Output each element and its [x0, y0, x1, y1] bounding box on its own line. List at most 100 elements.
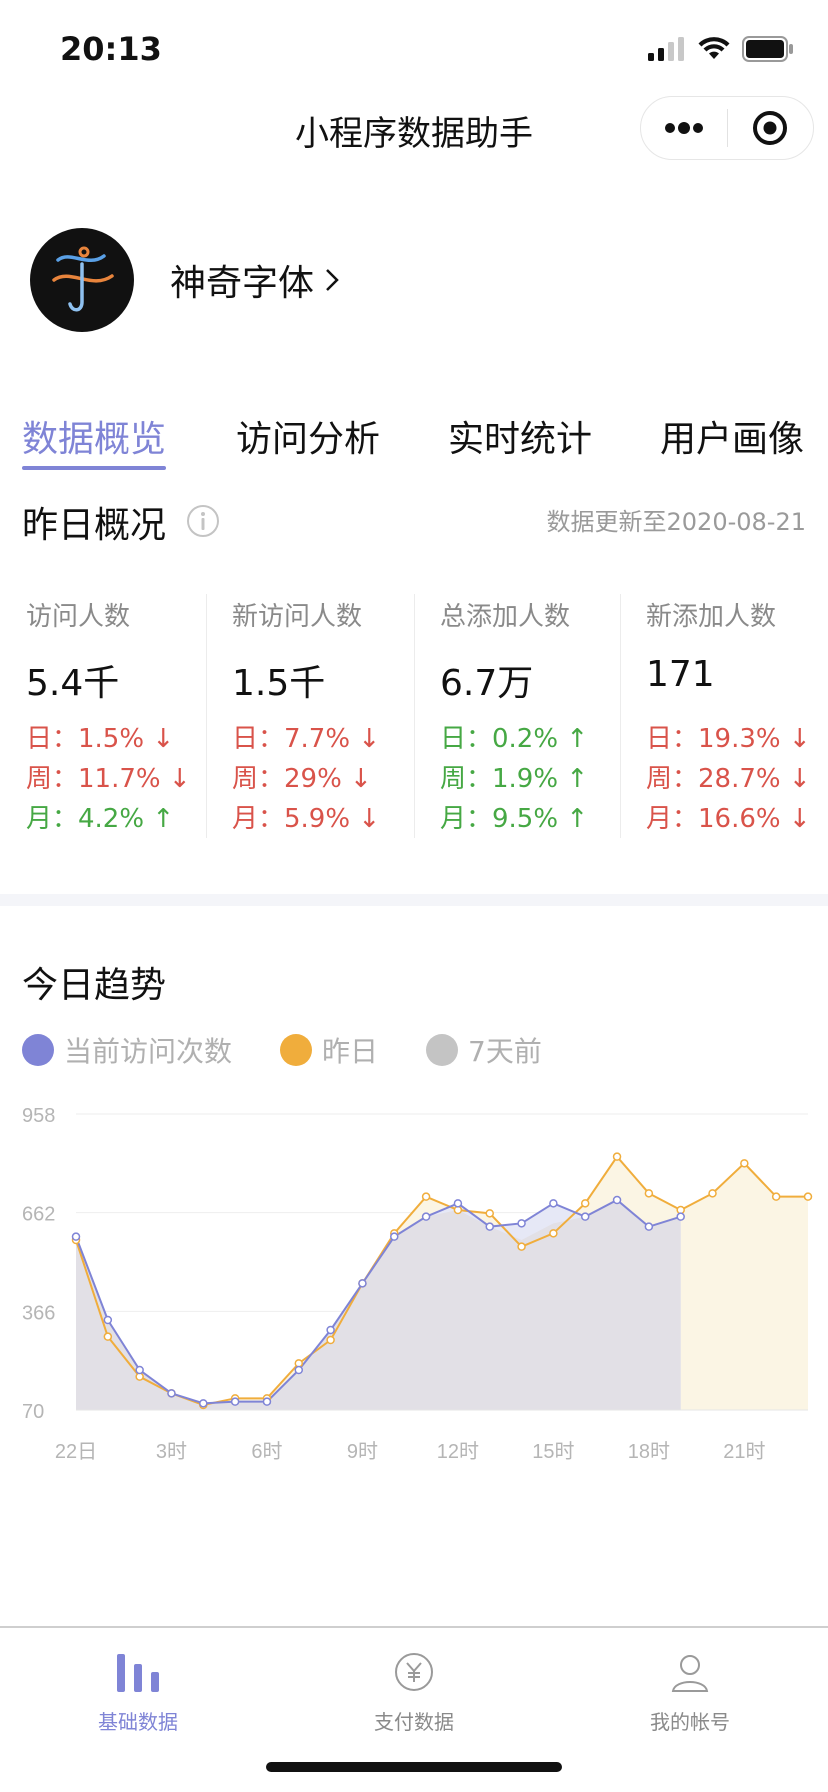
overview-header: 昨日概况 数据更新至2020-08-21 [0, 496, 828, 552]
data-point-yesterday [644, 1189, 654, 1198]
wifi-icon [698, 37, 730, 59]
target-close-icon [753, 111, 788, 145]
data-point-current [453, 1199, 463, 1208]
change-text: 周：11.7% [26, 764, 161, 794]
stat-change-week: 周：11.7% ↓ [26, 758, 191, 795]
bar-chart-icon [117, 1654, 159, 1692]
data-point-current [485, 1222, 494, 1231]
stat-change-day: 日：0.2% ↑ [440, 718, 588, 755]
change-text: 日：19.3% [646, 724, 781, 754]
data-point-yesterday [103, 1332, 113, 1341]
arrow-down-icon: ↓ [350, 804, 381, 834]
legend-label: 昨日 [322, 1035, 379, 1068]
legend-label: 当前访问次数 [64, 1035, 233, 1068]
chevron-right-icon [326, 269, 339, 291]
stat-divider [620, 594, 621, 838]
y-tick-label: 70 [22, 1401, 44, 1423]
stat-change-week: 周：29% ↓ [232, 758, 372, 795]
x-tick-label: 12时 [437, 1440, 479, 1463]
stat-change-week: 周：28.7% ↓ [646, 758, 811, 795]
stat-new-visitors: 新访问人数 1.5千 日：7.7% ↓ 周：29% ↓ 月：5.9% ↓ [232, 592, 438, 840]
tabbar-payment-data[interactable]: 支付数据 [314, 1642, 514, 1735]
tab-user-portrait[interactable]: 用户画像 [660, 410, 804, 462]
arrow-down-icon: ↓ [160, 764, 191, 794]
data-point-yesterday [771, 1192, 781, 1201]
stat-new-adds: 新添加人数 171 日：19.3% ↓ 周：28.7% ↓ 月：16.6% ↓ [646, 592, 828, 840]
tabbar-label: 支付数据 [374, 1710, 454, 1734]
info-icon[interactable] [186, 504, 220, 538]
tab-data-overview[interactable]: 数据概览 [22, 410, 166, 462]
app-name-link[interactable]: 神奇字体 [170, 254, 340, 306]
stat-value: 6.7万 [440, 663, 534, 704]
x-tick-label: 15时 [532, 1440, 574, 1463]
tabbar-my-account[interactable]: 我的帐号 [590, 1642, 790, 1735]
data-point-yesterday [421, 1192, 431, 1201]
arrow-up-icon: ↑ [558, 804, 589, 834]
y-tick-label: 662 [22, 1204, 55, 1226]
stat-value: 171 [646, 654, 715, 695]
stat-change-month: 月：4.2% ↑ [26, 798, 174, 835]
stat-label: 访问人数 [26, 602, 131, 632]
arrow-down-icon: ↓ [350, 724, 381, 754]
arrow-up-icon: ↑ [558, 724, 589, 754]
battery-icon [742, 36, 793, 62]
status-icons [648, 36, 794, 62]
data-point-current [230, 1397, 240, 1406]
arrow-down-icon: ↓ [341, 764, 372, 794]
data-point-current [517, 1219, 526, 1228]
stat-value: 1.5千 [232, 663, 326, 704]
tabbar-basic-data[interactable]: 基础数据 [38, 1642, 238, 1735]
navigation-bar: 小程序数据助手 [0, 96, 828, 184]
data-point-current [199, 1399, 208, 1408]
stat-label: 总添加人数 [440, 602, 571, 632]
more-dots-icon [664, 122, 703, 134]
change-text: 日：7.7% [232, 724, 351, 754]
tabbar-label: 基础数据 [98, 1710, 178, 1734]
data-point-current [358, 1279, 367, 1288]
data-point-yesterday [326, 1335, 335, 1345]
data-point-current [580, 1212, 590, 1221]
data-point-current [135, 1365, 144, 1375]
data-point-current [676, 1212, 685, 1221]
signal-icon [648, 37, 684, 61]
change-text: 日：0.2% [440, 724, 559, 754]
home-indicator [266, 1762, 562, 1772]
arrow-down-icon: ↓ [780, 804, 811, 834]
arrow-up-icon: ↑ [558, 764, 589, 794]
close-miniprogram-button[interactable] [728, 96, 814, 160]
app-header[interactable]: 神奇字体 [30, 228, 340, 332]
data-point-current [644, 1222, 654, 1231]
data-point-current [262, 1397, 272, 1406]
status-bar: 20:13 [0, 0, 828, 96]
arrow-down-icon: ↓ [780, 764, 811, 794]
data-point-yesterday [485, 1209, 494, 1218]
data-point-current [71, 1232, 81, 1241]
section-divider [0, 894, 828, 906]
x-tick-label: 9时 [347, 1440, 378, 1463]
change-text: 周：28.7% [646, 764, 781, 794]
data-point-current [549, 1199, 558, 1208]
stat-change-month: 月：9.5% ↑ [440, 798, 588, 835]
legend-item-current[interactable]: 当前访问次数 [22, 1030, 232, 1070]
stat-label: 新添加人数 [646, 602, 777, 632]
legend-label: 7天前 [468, 1035, 542, 1068]
legend-item-yesterday[interactable]: 昨日 [280, 1030, 378, 1070]
tab-realtime-stats[interactable]: 实时统计 [448, 410, 592, 462]
stat-total-adds: 总添加人数 6.7万 日：0.2% ↑ 周：1.9% ↑ 月：9.5% ↑ [440, 592, 646, 840]
change-text: 月：4.2% [26, 804, 145, 834]
tab-visit-analysis[interactable]: 访问分析 [236, 410, 380, 462]
legend-item-7days-ago[interactable]: 7天前 [426, 1030, 542, 1070]
trend-chart[interactable]: 70 366 662 958 22日 3时 6时 9时 12时 15时 18时 21时 [0, 1096, 828, 1476]
stat-visitors: 访问人数 5.4千 日：1.5% ↓ 周：11.7% ↓ 月：4.2% ↑ [26, 592, 232, 840]
change-text: 月：16.6% [646, 804, 781, 834]
user-icon [671, 1655, 709, 1692]
stat-change-month: 月：5.9% ↓ [232, 798, 380, 835]
data-updated-text: 数据更新至2020-08-21 [546, 508, 806, 536]
change-text: 月：5.9% [232, 804, 351, 834]
arrow-up-icon: ↑ [144, 804, 175, 834]
more-button[interactable] [641, 96, 727, 160]
data-point-current [612, 1195, 622, 1205]
stat-change-day: 日：19.3% ↓ [646, 718, 811, 755]
arrow-down-icon: ↓ [144, 724, 175, 754]
x-tick-label: 21时 [723, 1440, 765, 1463]
